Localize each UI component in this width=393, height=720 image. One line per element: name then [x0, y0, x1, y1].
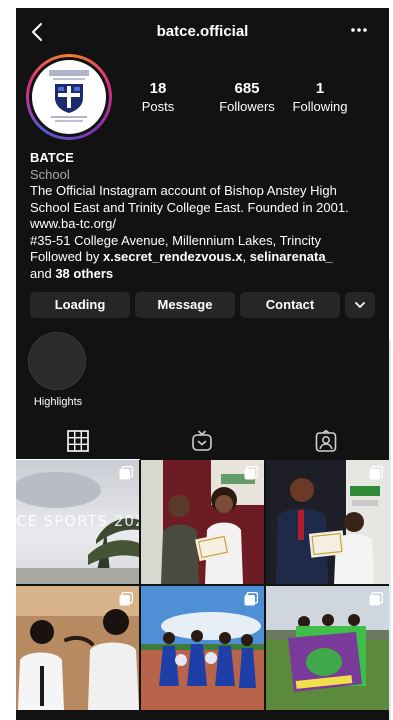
tagged-icon	[315, 430, 337, 452]
igtv-icon	[192, 430, 212, 451]
carousel-icon	[369, 466, 383, 480]
following-count[interactable]: 1 Following	[288, 80, 352, 114]
profile-username: batce.official	[156, 23, 249, 40]
profile-actions: Loading Message Contact	[30, 292, 375, 318]
tab-posts-grid[interactable]	[16, 422, 140, 460]
profile-stats: 18 Posts 685 Followers 1 Following	[126, 80, 389, 120]
grid-icon	[67, 430, 89, 452]
highlight-circle	[28, 332, 86, 390]
post-thumbnail[interactable]	[141, 586, 264, 710]
suggested-dropdown-button[interactable]	[345, 292, 375, 318]
highlights[interactable]: Highlights	[28, 332, 88, 408]
followed-by-others[interactable]: and 38 others	[30, 266, 380, 283]
stat-value: 1	[315, 80, 325, 97]
carousel-icon	[244, 466, 258, 480]
tab-tagged[interactable]	[264, 422, 388, 460]
post-thumbnail[interactable]	[141, 460, 264, 584]
post-thumbnail[interactable]	[16, 586, 139, 710]
profile-bio: BATCE School The Official Instagram acco…	[30, 150, 380, 282]
contact-button[interactable]: Contact	[240, 292, 340, 318]
followers-count[interactable]: 685 Followers	[210, 80, 284, 114]
carousel-icon	[119, 592, 133, 606]
post-thumbnail[interactable]: CE SPORTS 202	[16, 460, 139, 584]
more-options-button[interactable]	[349, 22, 369, 38]
school-crest-logo	[49, 70, 89, 122]
profile-category: School	[30, 166, 70, 182]
profile-tabs	[16, 422, 389, 460]
more-horizontal-icon	[351, 28, 367, 32]
bio-description: The Official Instagram account of Bishop…	[30, 183, 349, 215]
carousel-icon	[369, 592, 383, 606]
stat-label: Following	[292, 99, 348, 114]
stat-value: 18	[149, 80, 167, 97]
post-thumbnail[interactable]	[266, 460, 389, 584]
highlight-label: Highlights	[33, 396, 83, 408]
profile-avatar-ring[interactable]	[26, 54, 112, 140]
follow-button[interactable]: Loading	[30, 292, 130, 318]
tab-igtv[interactable]	[140, 422, 264, 460]
message-button[interactable]: Message	[135, 292, 235, 318]
edge-divider	[389, 340, 391, 720]
carousel-icon	[244, 592, 258, 606]
stat-label: Posts	[141, 99, 175, 114]
followed-by[interactable]: Followed by x.secret_rendezvous.x, selin…	[30, 249, 380, 266]
post-thumbnail[interactable]	[266, 586, 389, 710]
posts-count[interactable]: 18 Posts	[132, 80, 184, 114]
post-grid: CE SPORTS 202	[16, 460, 389, 720]
post-overlay-text: CE SPORTS 202	[16, 512, 139, 530]
chevron-down-icon	[355, 302, 365, 308]
avatar	[32, 60, 106, 134]
carousel-icon	[119, 466, 133, 480]
profile-name: BATCE	[30, 150, 74, 165]
stat-value: 685	[234, 80, 260, 97]
stat-label: Followers	[219, 99, 275, 114]
top-bar: batce.official	[16, 8, 389, 56]
follower-name: selinarenata_	[249, 249, 333, 264]
follower-name: x.secret_rendezvous.x	[102, 249, 243, 264]
profile-screen: batce.official 18 Posts 685 Followers 1 …	[16, 8, 389, 720]
bio-website-link[interactable]: www.ba-tc.org/	[30, 216, 380, 233]
bio-address[interactable]: #35-51 College Avenue, Millennium Lakes,…	[30, 233, 380, 250]
